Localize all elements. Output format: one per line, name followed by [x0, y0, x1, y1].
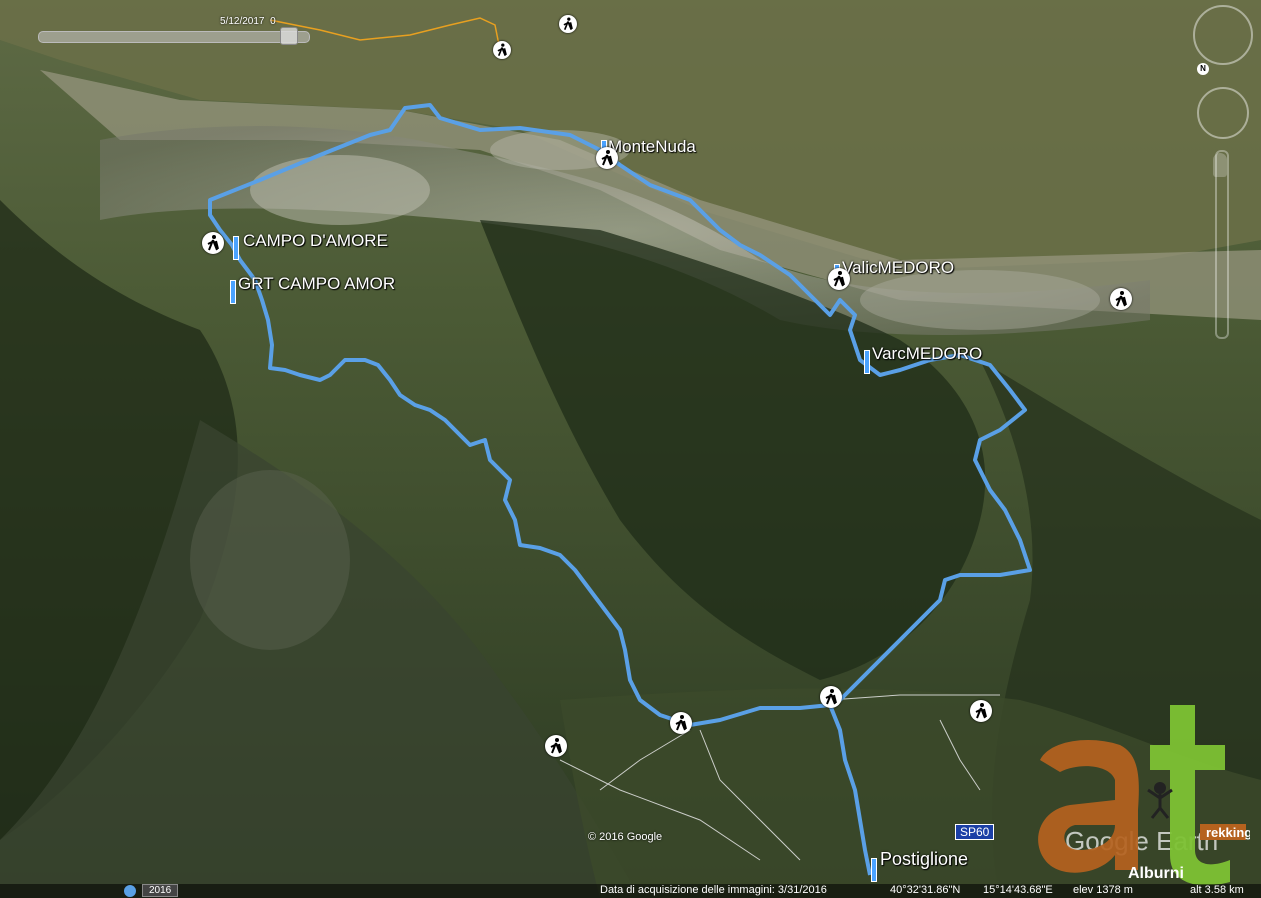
time-slider-date: 5/12/2017 0: [220, 16, 276, 27]
pin-grt-campo[interactable]: [230, 280, 236, 304]
time-slider-track[interactable]: [38, 31, 310, 43]
time-slider-knob[interactable]: [280, 27, 298, 45]
hiker-icon[interactable]: [493, 41, 511, 59]
time-icon[interactable]: [124, 885, 136, 897]
elevation-readout: elev 1378 m: [1073, 884, 1133, 896]
street-view-icon[interactable]: [1213, 153, 1227, 177]
altitude-readout: alt 3.58 km: [1190, 884, 1244, 896]
compass-north-icon[interactable]: N: [1197, 63, 1209, 75]
hiker-icon[interactable]: [559, 15, 577, 33]
hiker-icon[interactable]: [820, 686, 842, 708]
hiker-icon[interactable]: [970, 700, 992, 722]
hiker-icon[interactable]: [202, 232, 224, 254]
acquisition-date: Data di acquisizione delle immagini: 3/3…: [600, 884, 827, 896]
compass-ring[interactable]: [1193, 5, 1253, 65]
logo-text-alburni: Alburni: [1128, 865, 1184, 882]
label-campo-damore[interactable]: CAMPO D'AMORE: [243, 231, 388, 251]
look-joystick[interactable]: [1197, 87, 1249, 139]
label-grt-campo[interactable]: GRT CAMPO AMOR: [238, 274, 395, 294]
label-postiglione[interactable]: Postiglione: [880, 849, 968, 870]
pin-campo-damore[interactable]: [233, 236, 239, 260]
year-badge[interactable]: 2016: [142, 884, 179, 897]
zoom-slider[interactable]: [1215, 150, 1229, 339]
time-slider[interactable]: 5/12/2017 0: [30, 15, 310, 45]
hiker-icon[interactable]: [828, 268, 850, 290]
hiker-icon[interactable]: [670, 712, 692, 734]
pin-postiglione[interactable]: [871, 858, 877, 882]
hiker-icon[interactable]: [545, 735, 567, 757]
copyright-text: © 2016 Google: [588, 831, 663, 843]
label-varc-medoro[interactable]: VarcMEDORO: [872, 344, 982, 364]
latitude-readout: 40°32'31.86"N: [890, 884, 961, 896]
label-monte-nuda[interactable]: MonteNuda: [608, 137, 696, 157]
longitude-readout: 15°14'43.68"E: [983, 884, 1053, 896]
hiker-icon[interactable]: [1110, 288, 1132, 310]
climber-icon: [1154, 782, 1166, 794]
logo-text-rekking: rekking: [1206, 825, 1250, 840]
trekking-alburni-logo: rekking Alburni: [1038, 705, 1250, 885]
navigation-controls[interactable]: N: [1193, 5, 1253, 345]
hiker-icon[interactable]: [596, 147, 618, 169]
pin-varc-medoro[interactable]: [864, 350, 870, 374]
road-label-sp60: SP60: [955, 824, 995, 840]
status-bar: 2016 Data di acquisizione delle immagini…: [0, 884, 1261, 898]
label-valic-medoro[interactable]: ValicMEDORO: [842, 258, 954, 278]
